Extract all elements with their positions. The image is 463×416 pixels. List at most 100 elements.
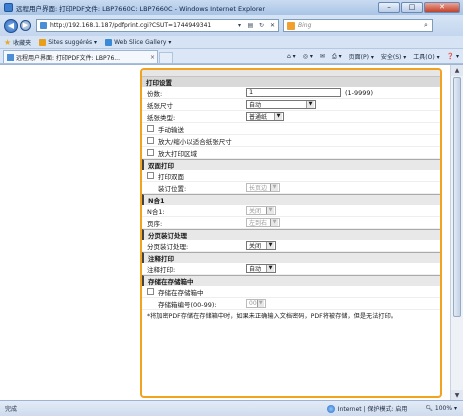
store-in-box-checkbox[interactable] xyxy=(147,288,154,295)
box-number-value: 00 xyxy=(249,300,257,307)
address-bar: ◀ ▶ http://192.168.1.187/pdfprint.cgi?CS… xyxy=(0,15,463,36)
url-field[interactable]: http://192.168.1.187/pdfprint.cgi?CSUT=1… xyxy=(36,19,279,32)
menu-help[interactable]: ❓ ▾ xyxy=(447,53,459,60)
duplex-checkbox[interactable] xyxy=(147,172,154,179)
favorites-button[interactable]: ★ 收藏夹 xyxy=(4,38,31,47)
annotation-select[interactable]: 自动 ▼ xyxy=(246,264,276,273)
search-placeholder[interactable]: Bing xyxy=(298,22,420,29)
fit-page-label: 放大/缩小以适合纸张尺寸 xyxy=(158,137,232,146)
search-icon[interactable]: ⌕ xyxy=(420,21,432,30)
scrollbar-thumb[interactable] xyxy=(453,77,461,317)
manual-feed-label: 手动输送 xyxy=(158,125,184,134)
paper-size-label: 纸张尺寸 xyxy=(147,101,173,110)
globe-icon xyxy=(326,404,335,413)
paper-type-row: 纸张类型: 普通纸 ▼ xyxy=(142,111,440,123)
compat-view-icon[interactable]: ▤ xyxy=(245,22,256,29)
url-dropdown-icon[interactable]: ▾ xyxy=(234,22,245,29)
n-up-value: 关闭 xyxy=(249,208,262,215)
window-title: 远程用户界面: 打印PDF文件: LBP7660C: LBP7660C - Wi… xyxy=(16,4,266,13)
n-up-select[interactable]: 关闭 ▼ xyxy=(246,206,276,215)
tab-remote-ui[interactable]: 远程用户界面: 打印PDF文件: LBP76... × xyxy=(3,50,158,63)
page-icon xyxy=(40,22,47,29)
status-text: 完成 xyxy=(5,406,18,413)
suggested-sites-icon xyxy=(39,38,47,46)
section-header: 注释打印 xyxy=(142,252,440,263)
enlarge-area-row: 放大打印区域 xyxy=(142,147,440,159)
page-icon xyxy=(7,53,14,61)
menu-safety[interactable]: 安全(S) ▾ xyxy=(381,52,406,61)
paper-type-value: 普通纸 xyxy=(249,114,268,121)
stop-icon[interactable]: ✕ xyxy=(267,22,278,29)
back-button[interactable]: ◀ xyxy=(4,18,18,33)
page-order-value: 左到右 xyxy=(249,220,268,227)
minimize-button[interactable]: – xyxy=(378,2,400,13)
collate-value: 关闭 xyxy=(249,243,262,250)
copies-input[interactable]: 1 xyxy=(246,88,341,97)
paper-type-select[interactable]: 普通纸 ▼ xyxy=(246,112,284,121)
zoom-icon: 🔍︎ xyxy=(425,405,435,412)
new-tab-button[interactable] xyxy=(159,52,173,63)
paper-size-select[interactable]: 自动 ▼ xyxy=(246,100,316,109)
command-bar: ⌂ ▾ ◎ ▾ ✉ ⎙ ▾ 页面(P) ▾ 安全(S) ▾ 工具(O) ▾ ❓ … xyxy=(280,51,459,62)
binding-label: 装订位置: xyxy=(158,184,187,193)
zoom-level[interactable]: 🔍︎ 100% ▾ xyxy=(425,405,457,412)
menu-page[interactable]: 页面(P) ▾ xyxy=(349,52,374,61)
status-bar: 完成 Internet | 保护模式: 启用 🔍︎ 100% ▾ xyxy=(0,400,463,416)
security-zone[interactable]: Internet | 保护模式: 启用 xyxy=(326,404,408,413)
search-input[interactable]: Bing ⌕ xyxy=(283,19,433,32)
forward-button[interactable]: ▶ xyxy=(20,20,31,31)
chevron-down-icon: ▼ xyxy=(266,242,274,249)
box-number-label: 存储箱编号(00-99): xyxy=(158,300,217,309)
store-in-box-row: 存储在存储箱中 xyxy=(142,286,440,298)
binding-value: 长页边 xyxy=(249,185,268,192)
scroll-up-icon[interactable]: ▲ xyxy=(451,65,463,76)
annotation-value: 自动 xyxy=(249,266,262,273)
scroll-down-icon[interactable]: ▼ xyxy=(451,390,463,400)
binding-select[interactable]: 长页边 ▼ xyxy=(246,183,280,192)
vertical-scrollbar[interactable]: ▲ ▼ xyxy=(450,65,463,400)
copies-row: 份数: 1 (1-9999) xyxy=(142,87,440,99)
manual-feed-checkbox[interactable] xyxy=(147,125,154,132)
page-order-row: 页序: 左到右 ▼ xyxy=(142,217,440,229)
page-content: 打印设置 份数: 1 (1-9999) 纸张尺寸 自动 ▼ 纸张类型: 普通纸 … xyxy=(0,64,463,400)
chevron-down-icon: ▼ xyxy=(274,113,282,120)
close-button[interactable]: ✕ xyxy=(424,2,460,13)
copies-label: 份数: xyxy=(147,89,163,98)
binding-row: 装订位置: 长页边 ▼ xyxy=(142,182,440,194)
collate-select[interactable]: 关闭 ▼ xyxy=(246,241,276,250)
section-header: 双面打印 xyxy=(142,159,440,170)
enlarge-area-label: 放大打印区域 xyxy=(158,149,197,158)
manual-feed-row: 手动输送 xyxy=(142,123,440,135)
fit-page-checkbox[interactable] xyxy=(147,137,154,144)
fav-item-label: Web Slice Gallery ▾ xyxy=(114,38,172,46)
fav-item-suggested-sites[interactable]: Sites suggérés ▾ xyxy=(39,38,97,46)
fav-item-web-slice-gallery[interactable]: Web Slice Gallery ▾ xyxy=(105,38,172,46)
maximize-button[interactable]: □ xyxy=(401,2,423,13)
annotation-label: 注释打印: xyxy=(147,265,176,274)
box-number-select[interactable]: 00 ▼ xyxy=(246,299,266,308)
section-header: N合1 xyxy=(142,194,440,205)
feeds-icon[interactable]: ◎ ▾ xyxy=(303,53,313,60)
url-text[interactable]: http://192.168.1.187/pdfprint.cgi?CSUT=1… xyxy=(50,22,234,29)
page-order-select[interactable]: 左到右 ▼ xyxy=(246,218,280,227)
fit-page-row: 放大/缩小以适合纸张尺寸 xyxy=(142,135,440,147)
mail-icon[interactable]: ✉ xyxy=(320,53,325,60)
chevron-down-icon: ▼ xyxy=(266,265,274,272)
refresh-icon[interactable]: ↻ xyxy=(256,22,267,29)
chevron-down-icon: ▼ xyxy=(266,207,274,214)
n-up-label: N合1: xyxy=(147,207,165,216)
print-icon[interactable]: ⎙ ▾ xyxy=(332,53,342,61)
annotation-row: 注释打印: 自动 ▼ xyxy=(142,263,440,275)
chevron-down-icon: ▼ xyxy=(256,300,264,307)
chevron-down-icon: ▼ xyxy=(270,184,278,191)
zone-text: Internet | 保护模式: 启用 xyxy=(337,406,408,413)
enlarge-area-checkbox[interactable] xyxy=(147,149,154,156)
tab-close-icon[interactable]: × xyxy=(150,54,155,61)
store-in-box-label: 存储在存储箱中 xyxy=(158,288,204,297)
menu-tools[interactable]: 工具(O) ▾ xyxy=(413,52,439,61)
paper-type-label: 纸张类型: xyxy=(147,113,176,122)
home-icon[interactable]: ⌂ ▾ xyxy=(287,53,296,60)
duplex-row: 打印双面 xyxy=(142,170,440,182)
favorites-label: 收藏夹 xyxy=(13,39,32,47)
section-header: 分页装订处理 xyxy=(142,229,440,240)
